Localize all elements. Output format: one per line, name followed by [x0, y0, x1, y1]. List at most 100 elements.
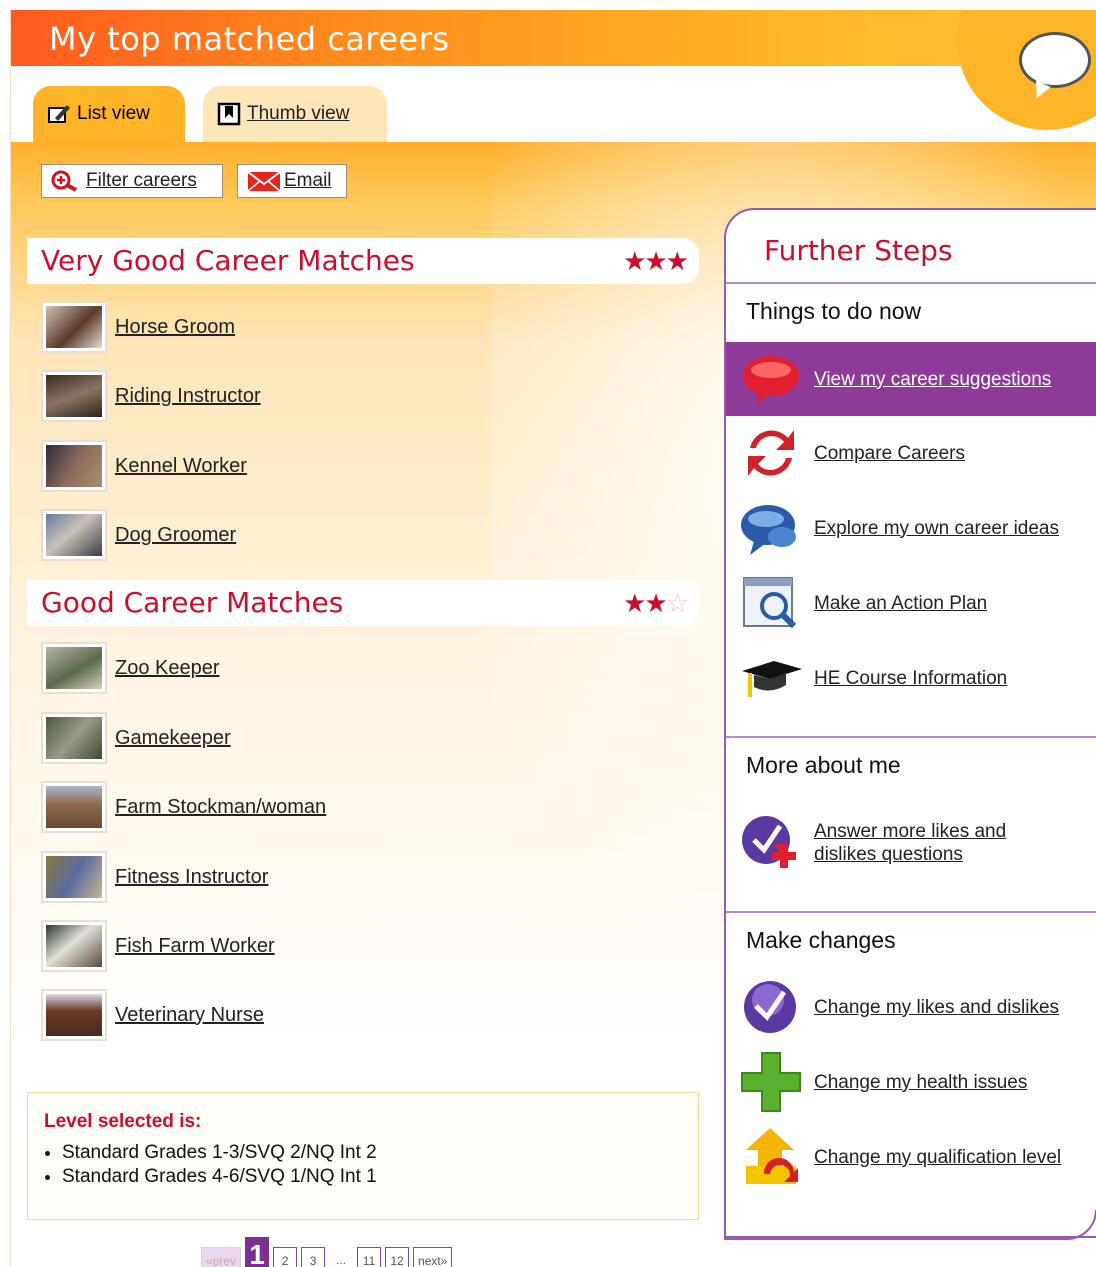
- career-thumbnail[interactable]: [41, 301, 107, 353]
- filter-careers-label[interactable]: Filter careers: [86, 170, 197, 192]
- career-link[interactable]: Fish Farm Worker: [115, 935, 275, 958]
- career-thumbnail[interactable]: [41, 509, 107, 561]
- side-item-label[interactable]: HE Course Information: [814, 667, 1007, 690]
- side-item-label[interactable]: Change my qualification level: [814, 1146, 1061, 1169]
- empty-star-icon: ☆: [665, 588, 689, 618]
- further-steps-panel: Further Steps Things to do now View my c…: [724, 208, 1096, 1238]
- more-about-me-heading: More about me: [746, 752, 901, 778]
- section-title: Good Career Matches: [41, 586, 344, 619]
- plus-cross-icon: [740, 1051, 802, 1113]
- panel-bottom-border: [724, 1210, 1096, 1240]
- career-item[interactable]: Fish Farm Worker: [41, 919, 275, 973]
- rating-stars: ★★★: [623, 246, 689, 276]
- graduation-cap-icon: [740, 647, 802, 709]
- career-item[interactable]: Dog Groomer: [41, 508, 236, 562]
- side-item-view-suggestions[interactable]: View my career suggestions: [726, 342, 1096, 416]
- side-item-explore-ideas[interactable]: Explore my own career ideas: [726, 491, 1096, 565]
- side-item-label[interactable]: Change my health issues: [814, 1071, 1027, 1094]
- page-link[interactable]: 12: [385, 1247, 410, 1267]
- career-thumbnail[interactable]: [41, 712, 107, 764]
- career-item[interactable]: Gamekeeper: [41, 711, 231, 765]
- career-link[interactable]: Horse Groom: [115, 316, 235, 339]
- career-thumbnail[interactable]: [41, 920, 107, 972]
- check-plus-icon: [740, 812, 802, 874]
- page-title: My top matched careers: [49, 20, 450, 58]
- pagination: «prev 1 2 3 ... 11 12 next»: [201, 1237, 453, 1267]
- very-good-matches-header: Very Good Career Matches ★★★: [27, 238, 699, 284]
- page-link[interactable]: 11: [357, 1247, 382, 1267]
- tab-thumb-view-label[interactable]: Thumb view: [247, 103, 349, 125]
- bookmark-icon: [217, 102, 241, 126]
- filter-careers-button[interactable]: Filter careers: [41, 164, 223, 198]
- side-item-change-likes[interactable]: Change my likes and dislikes: [726, 970, 1096, 1044]
- tab-list-view-label: List view: [77, 103, 150, 124]
- chat-bubbles-icon: [740, 497, 802, 559]
- side-item-label[interactable]: View my career suggestions: [814, 368, 1051, 391]
- side-item-he-course[interactable]: HE Course Information: [726, 641, 1096, 715]
- career-thumbnail[interactable]: [41, 370, 107, 422]
- level-title: Level selected is:: [44, 1111, 202, 1132]
- side-item-action-plan[interactable]: Make an Action Plan: [726, 566, 1096, 640]
- email-button[interactable]: Email: [237, 164, 347, 198]
- career-item[interactable]: Zoo Keeper: [41, 641, 220, 695]
- email-label[interactable]: Email: [284, 170, 332, 192]
- magnifier-window-icon: [740, 572, 802, 634]
- next-page-button[interactable]: next»: [413, 1247, 453, 1267]
- level-list: Standard Grades 1-3/SVQ 2/NQ Int 2 Stand…: [42, 1141, 377, 1189]
- make-changes-heading: Make changes: [746, 927, 896, 953]
- further-steps-title: Further Steps: [764, 234, 953, 267]
- page-ellipsis: ...: [336, 1253, 347, 1267]
- side-item-label[interactable]: Make an Action Plan: [814, 592, 987, 615]
- career-thumbnail[interactable]: [41, 781, 107, 833]
- side-item-label[interactable]: Change my likes and dislikes: [814, 996, 1059, 1019]
- career-item[interactable]: Riding Instructor: [41, 369, 261, 423]
- side-item-label[interactable]: Answer more likes and dislikes questions: [814, 820, 1044, 866]
- things-to-do-heading: Things to do now: [746, 298, 922, 324]
- divider: [726, 911, 1096, 913]
- level-item: Standard Grades 4-6/SVQ 1/NQ Int 1: [62, 1165, 377, 1189]
- section-title: Very Good Career Matches: [41, 244, 415, 277]
- tab-list-view[interactable]: List view: [33, 86, 185, 142]
- side-item-label[interactable]: Explore my own career ideas: [814, 517, 1059, 540]
- career-link[interactable]: Zoo Keeper: [115, 657, 220, 680]
- career-link[interactable]: Veterinary Nurse: [115, 1004, 264, 1027]
- career-item[interactable]: Farm Stockman/woman: [41, 780, 326, 834]
- career-link[interactable]: Fitness Instructor: [115, 866, 268, 889]
- side-item-label[interactable]: Compare Careers: [814, 442, 965, 465]
- career-thumbnail[interactable]: [41, 851, 107, 903]
- divider: [726, 282, 1096, 284]
- career-link[interactable]: Kennel Worker: [115, 455, 247, 478]
- level-selected-box: Level selected is: Standard Grades 1-3/S…: [27, 1092, 699, 1220]
- divider: [726, 736, 1096, 738]
- filter-magnifier-icon: [50, 169, 86, 193]
- career-link[interactable]: Gamekeeper: [115, 727, 231, 750]
- career-item[interactable]: Veterinary Nurse: [41, 988, 264, 1042]
- prev-page-button[interactable]: «prev: [201, 1247, 242, 1267]
- career-link[interactable]: Dog Groomer: [115, 524, 236, 547]
- career-item[interactable]: Kennel Worker: [41, 439, 247, 493]
- level-item: Standard Grades 1-3/SVQ 2/NQ Int 2: [62, 1141, 377, 1165]
- page-link[interactable]: 2: [273, 1247, 298, 1267]
- filled-stars: ★★: [623, 588, 668, 618]
- current-page: 1: [245, 1237, 270, 1267]
- speech-bubble-icon[interactable]: [1019, 32, 1091, 88]
- side-item-change-qualification[interactable]: Change my qualification level: [726, 1120, 1096, 1194]
- career-link[interactable]: Riding Instructor: [115, 385, 261, 408]
- page-link[interactable]: 3: [301, 1247, 326, 1267]
- pencil-list-icon: [47, 102, 71, 126]
- app-frame: My top matched careers List view Thumb v…: [10, 10, 1096, 1267]
- tab-thumb-view[interactable]: Thumb view: [203, 86, 387, 142]
- side-item-compare-careers[interactable]: Compare Careers: [726, 416, 1096, 490]
- envelope-icon: [246, 169, 284, 193]
- check-circle-icon: [740, 976, 802, 1038]
- career-item[interactable]: Horse Groom: [41, 300, 235, 354]
- side-item-answer-likes[interactable]: Answer more likes and dislikes questions: [726, 806, 1096, 880]
- good-matches-header: Good Career Matches ★★☆: [27, 580, 699, 626]
- career-thumbnail[interactable]: [41, 989, 107, 1041]
- career-link[interactable]: Farm Stockman/woman: [115, 796, 326, 819]
- career-thumbnail[interactable]: [41, 642, 107, 694]
- refresh-arrows-icon: [740, 422, 802, 484]
- side-item-change-health[interactable]: Change my health issues: [726, 1045, 1096, 1119]
- career-item[interactable]: Fitness Instructor: [41, 850, 268, 904]
- career-thumbnail[interactable]: [41, 440, 107, 492]
